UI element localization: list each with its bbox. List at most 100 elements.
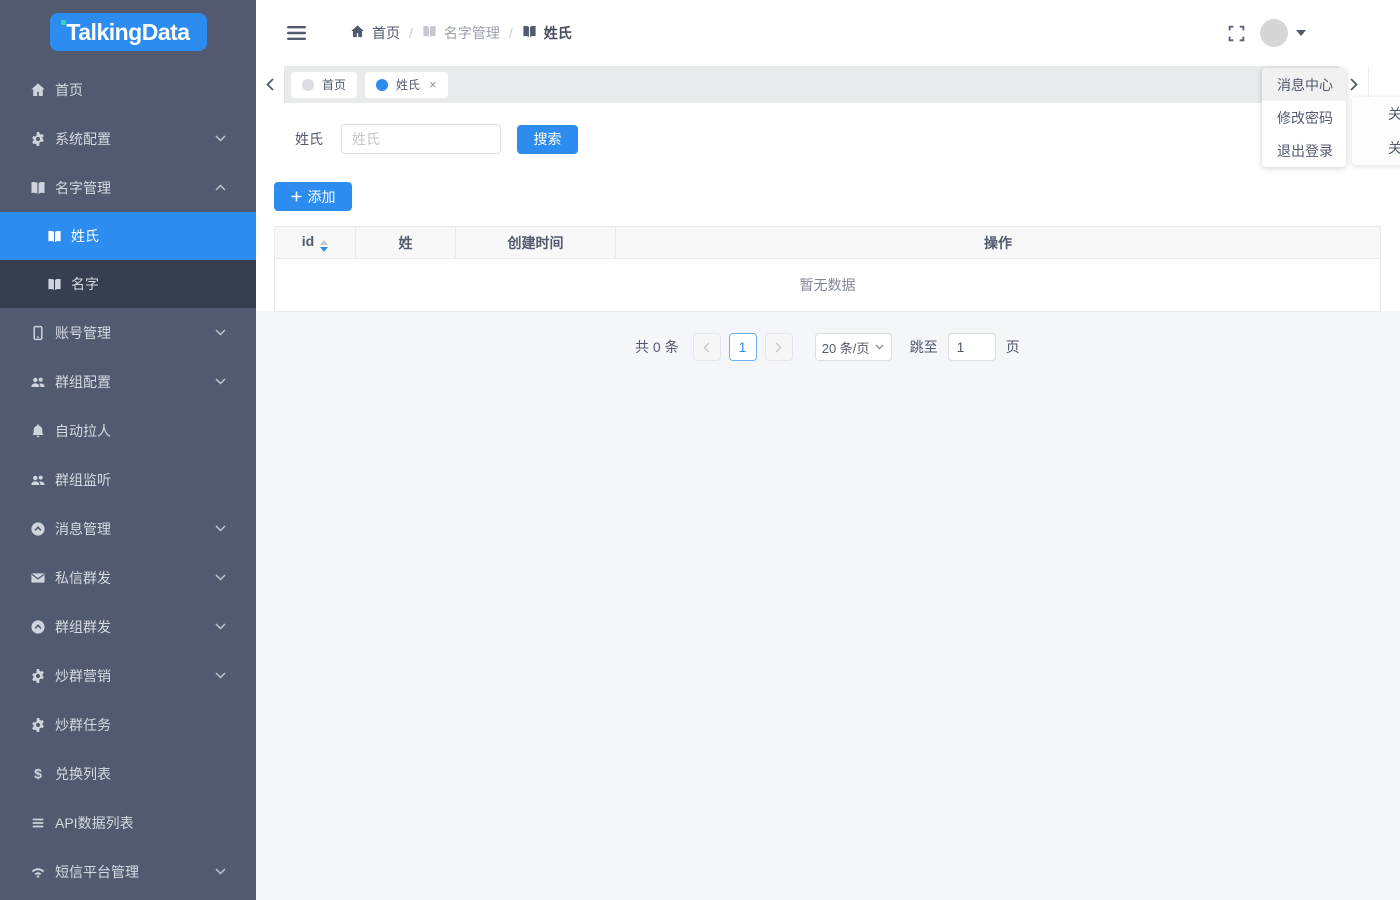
menu-item-message-center[interactable]: 消息中心: [1262, 68, 1346, 101]
sidebar-item-exchange-list[interactable]: $ 兑换列表: [0, 749, 256, 798]
next-page-button[interactable]: [765, 333, 793, 361]
chevron-down-icon: [215, 623, 226, 630]
page-size-select[interactable]: 20 条/页: [815, 333, 892, 361]
header: 首页 / 名字管理 / 姓氏: [256, 0, 1400, 66]
sidebar-item-name-management[interactable]: 名字管理: [0, 163, 256, 212]
chevron-down-icon: [215, 672, 226, 679]
sidebar-item-message-management[interactable]: 消息管理: [0, 504, 256, 553]
home-icon: [30, 82, 46, 98]
sidebar-item-group-broadcast[interactable]: 群组群发: [0, 602, 256, 651]
sidebar-item-label: 群组监听: [55, 470, 111, 490]
search-input[interactable]: [341, 124, 501, 154]
breadcrumb-label: 姓氏: [544, 23, 572, 43]
chevron-down-icon: [875, 344, 884, 350]
tab-label: 首页: [322, 76, 346, 93]
column-header-surname: 姓: [356, 227, 456, 259]
menu-item-logout[interactable]: 退出登录: [1262, 134, 1346, 167]
chevron-down-icon: [215, 574, 226, 581]
sidebar-item-system-config[interactable]: 系统配置: [0, 114, 256, 163]
breadcrumb-separator: /: [409, 25, 413, 41]
sidebar-item-label: 短信平台管理: [55, 862, 139, 882]
gear-icon: [30, 131, 46, 147]
table-header-row: id 姓 创建时间 操作: [275, 227, 1381, 259]
people-icon: [30, 472, 46, 488]
sidebar-item-group-marketing[interactable]: 炒群营销: [0, 651, 256, 700]
breadcrumb-item-home[interactable]: 首页: [350, 23, 400, 43]
book-icon: [522, 24, 537, 42]
sidebar-submenu-name-management: 姓氏 名字: [0, 212, 256, 308]
logo[interactable]: TalkingData: [50, 13, 207, 51]
sidebar-item-sms-platform[interactable]: 短信平台管理: [0, 847, 256, 896]
tab-dot-icon: [376, 79, 388, 91]
gear-icon: [30, 668, 46, 684]
tab-scroll-left-button[interactable]: [256, 66, 285, 103]
sidebar-item-label: API数据列表: [55, 813, 134, 833]
jump-suffix-label: 页: [1006, 337, 1020, 357]
hamburger-menu-icon[interactable]: [287, 25, 306, 41]
sidebar-item-dm-broadcast[interactable]: 私信群发: [0, 553, 256, 602]
add-button-label: 添加: [308, 187, 336, 207]
column-header-id[interactable]: id: [275, 227, 356, 259]
book-icon: [30, 180, 46, 196]
prev-page-button[interactable]: [693, 333, 721, 361]
pagination: 共 0 条 1 20 条/页 跳至 页: [635, 333, 1020, 361]
home-icon: [350, 24, 365, 42]
avatar[interactable]: [1260, 19, 1288, 47]
sidebar-item-label: 消息管理: [55, 519, 111, 539]
sidebar-item-firstname[interactable]: 名字: [0, 260, 256, 308]
sort-icon[interactable]: [320, 240, 328, 252]
tab-label: 姓氏: [396, 76, 420, 93]
sidebar-item-group-monitor[interactable]: 群组监听: [0, 455, 256, 504]
tab-strip: 首页 姓氏 ×: [285, 66, 1338, 103]
logo-text: TalkingData: [66, 19, 189, 46]
current-page-button[interactable]: 1: [729, 333, 757, 361]
sidebar-item-home[interactable]: 首页: [0, 65, 256, 114]
fullscreen-icon[interactable]: [1227, 24, 1246, 43]
breadcrumb-label: 首页: [372, 23, 400, 43]
sidebar-item-label: 名字管理: [55, 178, 111, 198]
sidebar-item-surname[interactable]: 姓氏: [0, 212, 256, 260]
sidebar-item-api-data-list[interactable]: API数据列表: [0, 798, 256, 847]
add-button[interactable]: 添加: [274, 182, 352, 211]
people-icon: [30, 374, 46, 390]
sidebar-item-label: 系统配置: [55, 129, 111, 149]
column-header-actions: 操作: [616, 227, 1381, 259]
search-form: 姓氏 搜索: [295, 124, 578, 154]
menu-item-close-partial[interactable]: 关: [1352, 97, 1400, 131]
dollar-icon: $: [30, 766, 46, 782]
sidebar-item-auto-invite[interactable]: 自动拉人: [0, 406, 256, 455]
sidebar-item-label: 群组配置: [55, 372, 111, 392]
menu-item-close-partial[interactable]: 关: [1352, 131, 1400, 165]
sidebar-item-label: 炒群营销: [55, 666, 111, 686]
sidebar-item-group-config[interactable]: 群组配置: [0, 357, 256, 406]
pagination-total: 共 0 条: [635, 337, 679, 357]
close-icon[interactable]: ×: [429, 78, 437, 91]
breadcrumb-separator: /: [509, 25, 513, 41]
tab-home[interactable]: 首页: [291, 72, 357, 98]
user-dropdown-menu: 消息中心 修改密码 退出登录: [1262, 68, 1346, 167]
book-icon: [46, 228, 62, 244]
sidebar-item-label: 姓氏: [71, 226, 99, 246]
sidebar-item-label: 兑换列表: [55, 764, 111, 784]
svg-text:$: $: [34, 766, 42, 782]
sidebar-item-group-tasks[interactable]: 炒群任务: [0, 700, 256, 749]
breadcrumb-item-name-management[interactable]: 名字管理: [422, 23, 500, 43]
tab-surname[interactable]: 姓氏 ×: [365, 72, 448, 98]
gear-icon: [30, 717, 46, 733]
search-field-label: 姓氏: [295, 129, 323, 149]
app-root: TalkingData 首页 系统配置 名字管理 姓氏: [0, 0, 1400, 900]
content-panel: 姓氏 搜索 添加 id 姓 创建时间 操作: [256, 103, 1400, 311]
logo-dot-icon: [61, 20, 66, 25]
chevron-down-icon: [215, 135, 226, 142]
sidebar-item-account-management[interactable]: 账号管理: [0, 308, 256, 357]
breadcrumb-item-surname: 姓氏: [522, 23, 572, 43]
jump-page-input[interactable]: [948, 333, 996, 361]
search-button[interactable]: 搜索: [517, 125, 578, 154]
menu-item-change-password[interactable]: 修改密码: [1262, 101, 1346, 134]
chevron-down-icon: [215, 329, 226, 336]
circle-up-icon: [30, 521, 46, 537]
chevron-down-icon: [215, 525, 226, 532]
avatar-dropdown-caret-icon[interactable]: [1296, 30, 1306, 36]
sidebar-item-label: 账号管理: [55, 323, 111, 343]
wifi-icon: [30, 864, 46, 880]
